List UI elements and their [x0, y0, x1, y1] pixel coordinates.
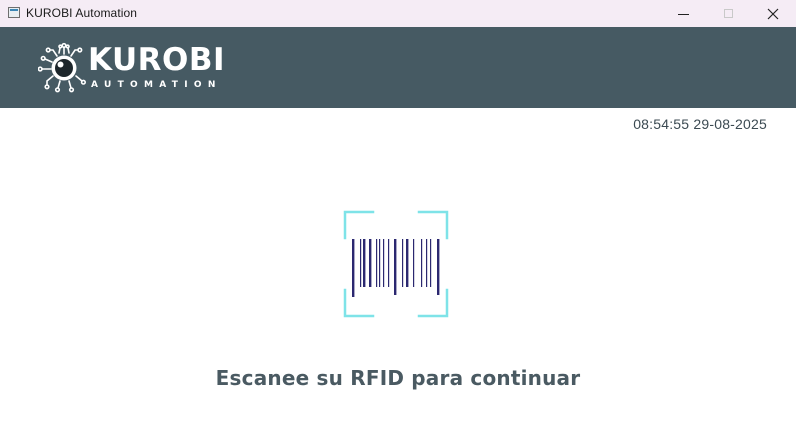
- window-titlebar[interactable]: KUROBI Automation: [0, 0, 796, 27]
- eye-circuit-icon: [38, 42, 87, 93]
- brand-logo: KUROBI AUTOMATION: [38, 42, 238, 96]
- brand-tagline: AUTOMATION: [91, 80, 222, 90]
- barcode-scanner-icon: [343, 210, 449, 318]
- barcode-bars: [352, 239, 440, 297]
- app-window-icon: [8, 7, 20, 18]
- minimize-button[interactable]: [660, 0, 706, 27]
- minimize-icon: [677, 13, 689, 15]
- maximize-icon: [723, 9, 733, 18]
- close-button[interactable]: [750, 0, 796, 27]
- brand-name: KUROBI: [88, 42, 226, 78]
- scan-rfid-prompt: Escanee su RFID para continuar: [215, 366, 581, 390]
- maximize-button[interactable]: [705, 0, 751, 27]
- datetime-display: 08:54:55 29-08-2025: [633, 116, 767, 132]
- app-header: KUROBI AUTOMATION: [0, 27, 796, 108]
- close-icon: [767, 8, 779, 19]
- window-title: KUROBI Automation: [26, 6, 138, 20]
